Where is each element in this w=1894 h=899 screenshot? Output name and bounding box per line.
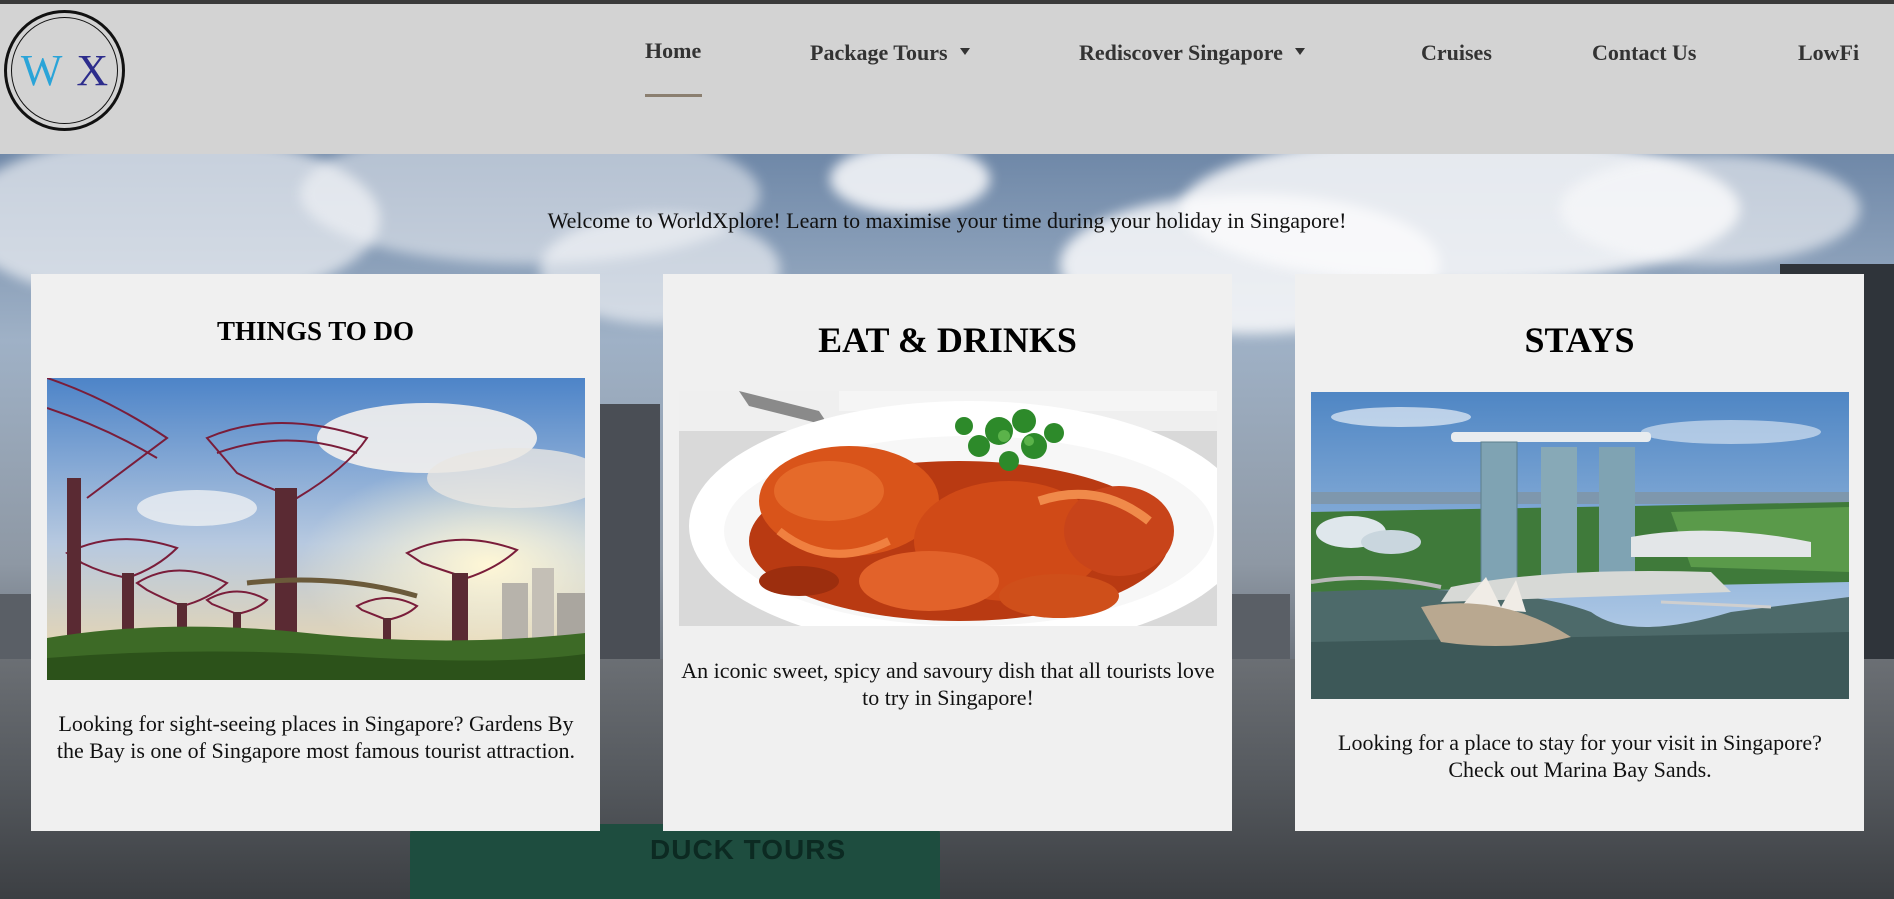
card-title: EAT & DRINKS [818,320,1077,360]
site-logo[interactable]: W X [4,10,125,131]
dropdown-caret-icon [959,48,970,56]
nav-lowfi[interactable]: LowFi [1798,40,1859,66]
welcome-text: Welcome to WorldXplore! Learn to maximis… [547,208,1347,233]
nav-rediscover-singapore-label: Rediscover Singapore [1079,40,1283,65]
card-things-to-do[interactable]: THINGS TO DO Looking for sight-seeing pl… [31,274,600,831]
nav-package-tours-label: Package Tours [810,40,948,65]
logo-letter-w: W [20,45,63,95]
welcome-message: Welcome to WorldXplore! Learn to maximis… [0,208,1894,234]
nav-home[interactable]: Home [645,38,701,64]
nav-package-tours[interactable]: Package Tours [810,40,970,66]
logo-letter-x: X [76,45,109,95]
marina-bay-sands-image[interactable] [1311,392,1849,699]
dropdown-caret-icon [1294,48,1305,56]
card-stays[interactable]: STAYS Looking for a place to stay for yo… [1295,274,1864,831]
site-header: W X Home Package Tours Rediscover Singap… [0,0,1894,154]
card-title: STAYS [1524,320,1635,360]
nav-active-indicator [645,94,702,97]
card-description: Looking for a place to stay for your vis… [1338,730,1822,782]
gardens-by-the-bay-image[interactable] [47,378,585,680]
card-description: Looking for sight-seeing places in Singa… [56,711,576,763]
chilli-crab-image[interactable] [679,391,1217,626]
card-eat-and-drinks[interactable]: EAT & DRINKS An iconic sweet, spicy and … [663,274,1232,831]
card-title: THINGS TO DO [216,316,415,346]
boat-text: DUCK TOURS [650,834,847,865]
nav-rediscover-singapore[interactable]: Rediscover Singapore [1079,40,1305,66]
nav-cruises[interactable]: Cruises [1421,40,1492,66]
card-description: An iconic sweet, spicy and savoury dish … [681,658,1215,710]
nav-contact-us[interactable]: Contact Us [1592,40,1697,66]
